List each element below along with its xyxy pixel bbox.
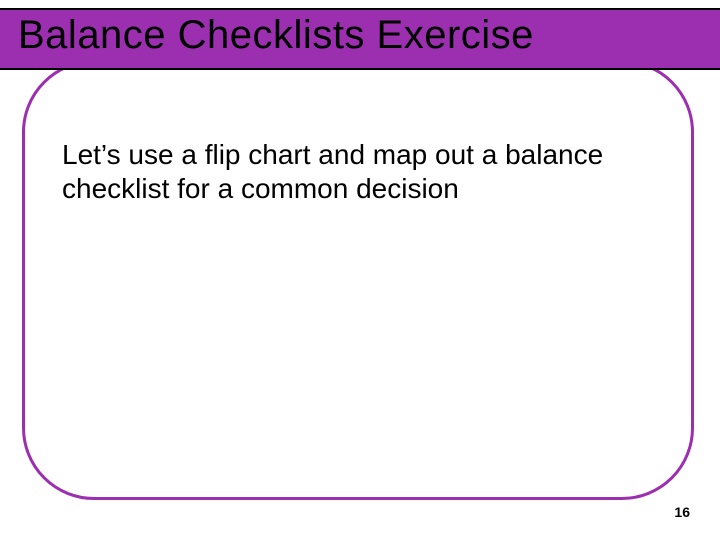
content-frame: [22, 60, 694, 500]
page-number: 16: [674, 504, 690, 520]
slide-title: Balance Checklists Exercise: [18, 13, 534, 58]
slide-body-text: Let’s use a flip chart and map out a bal…: [62, 138, 652, 206]
